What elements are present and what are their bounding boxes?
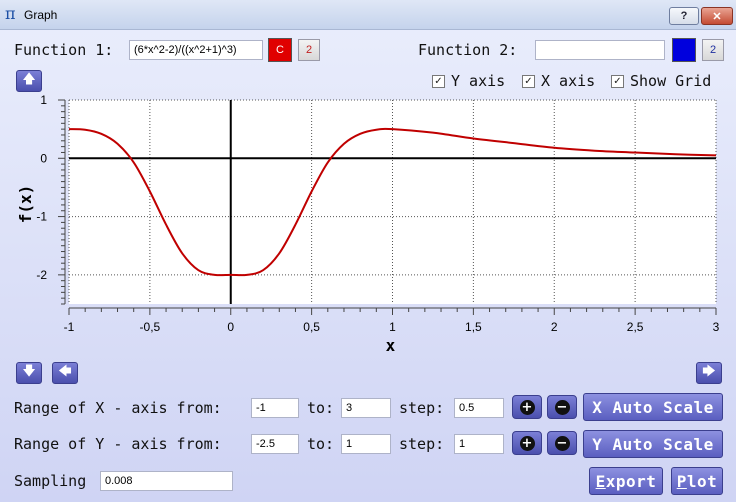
arrow-right-icon: 🡆 [702,364,716,379]
y-auto-scale-button[interactable]: Y Auto Scale [583,430,723,458]
x-tick-label: 0 [227,320,234,334]
y-from-input[interactable]: -2.5 [251,434,299,454]
x-tick-label: 1,5 [465,320,482,334]
export-button[interactable]: Export [589,467,663,495]
window-title: Graph [24,8,58,22]
y-range-label: Range of Y - axis from: [14,435,222,453]
y-to-input[interactable]: 1 [341,434,391,454]
y-axis-label: f(x) [16,185,35,224]
y-tick-label: -2 [36,268,47,282]
y-zoom-out-button[interactable]: − [547,431,577,455]
x-axis-label: x [386,336,396,355]
plot-button[interactable]: Plot [671,467,723,495]
check-icon: ✓ [522,74,535,88]
x-auto-scale-button[interactable]: X Auto Scale [583,393,723,421]
y-tick-label: 0 [40,151,47,165]
arrow-left-icon: 🡄 [58,364,72,379]
plus-icon: + [519,435,535,451]
pan-right-button[interactable]: 🡆 [696,362,722,384]
arrow-down-icon: 🡇 [22,364,36,379]
function2-width-button[interactable]: 2 [702,39,724,61]
check-icon: ✓ [432,74,445,88]
function2-input[interactable] [535,40,665,60]
sampling-label: Sampling [14,472,87,490]
plus-icon: + [519,399,535,415]
function1-color-button[interactable]: C [268,38,292,62]
help-button[interactable]: ? [669,7,699,25]
x-zoom-in-button[interactable]: + [512,395,542,419]
y-to-label: to: [307,435,335,453]
x-tick-label: 3 [713,320,720,334]
y-step-label: step: [399,435,445,453]
x-tick-label: 1 [389,320,396,334]
function1-width-button[interactable]: 2 [298,39,320,61]
y-zoom-in-button[interactable]: + [512,431,542,455]
y-tick-label: -1 [36,210,47,224]
x-tick-label: -1 [64,320,75,334]
x-tick-label: 2 [551,320,558,334]
pan-left-button[interactable]: 🡄 [52,362,78,384]
y-step-input[interactable]: 1 [454,434,504,454]
function1-input[interactable]: (6*x^2-2)/((x^2+1)^3) [129,40,263,60]
pan-up-button[interactable]: 🡅 [16,70,42,92]
close-icon: ✕ [712,10,722,23]
y-axis-checkbox[interactable]: ✓ Y axis [432,72,505,90]
minus-icon: − [554,399,570,415]
function-plot: -1 -0,5 0 0,5 1 1,5 2 2,5 3 1 0 -1 -2 x f(x) [16,93,720,355]
y-tick-label: 1 [40,93,47,107]
function2-color-button[interactable] [672,38,696,62]
arrow-up-icon: 🡅 [22,72,36,87]
x-axis-checkbox[interactable]: ✓ X axis [522,72,595,90]
minus-icon: − [554,435,570,451]
x-tick-label: 2,5 [627,320,644,334]
x-step-input[interactable]: 0.5 [454,398,504,418]
x-range-label: Range of X - axis from: [14,399,222,417]
x-to-label: to: [307,399,335,417]
sampling-input[interactable]: 0.008 [100,471,233,491]
check-icon: ✓ [611,74,624,88]
x-step-label: step: [399,399,445,417]
function2-label: Function 2: [418,41,518,59]
x-zoom-out-button[interactable]: − [547,395,577,419]
show-grid-checkbox[interactable]: ✓ Show Grid [611,72,711,90]
function1-label: Function 1: [14,41,114,59]
x-tick-label: 0,5 [303,320,320,334]
x-from-input[interactable]: -1 [251,398,299,418]
close-button[interactable]: ✕ [701,7,733,25]
x-tick-label: -0,5 [140,320,161,334]
title-bar: π Graph ? ✕ [0,0,736,30]
pi-icon: π [5,4,16,23]
pan-down-button[interactable]: 🡇 [16,362,42,384]
x-to-input[interactable]: 3 [341,398,391,418]
